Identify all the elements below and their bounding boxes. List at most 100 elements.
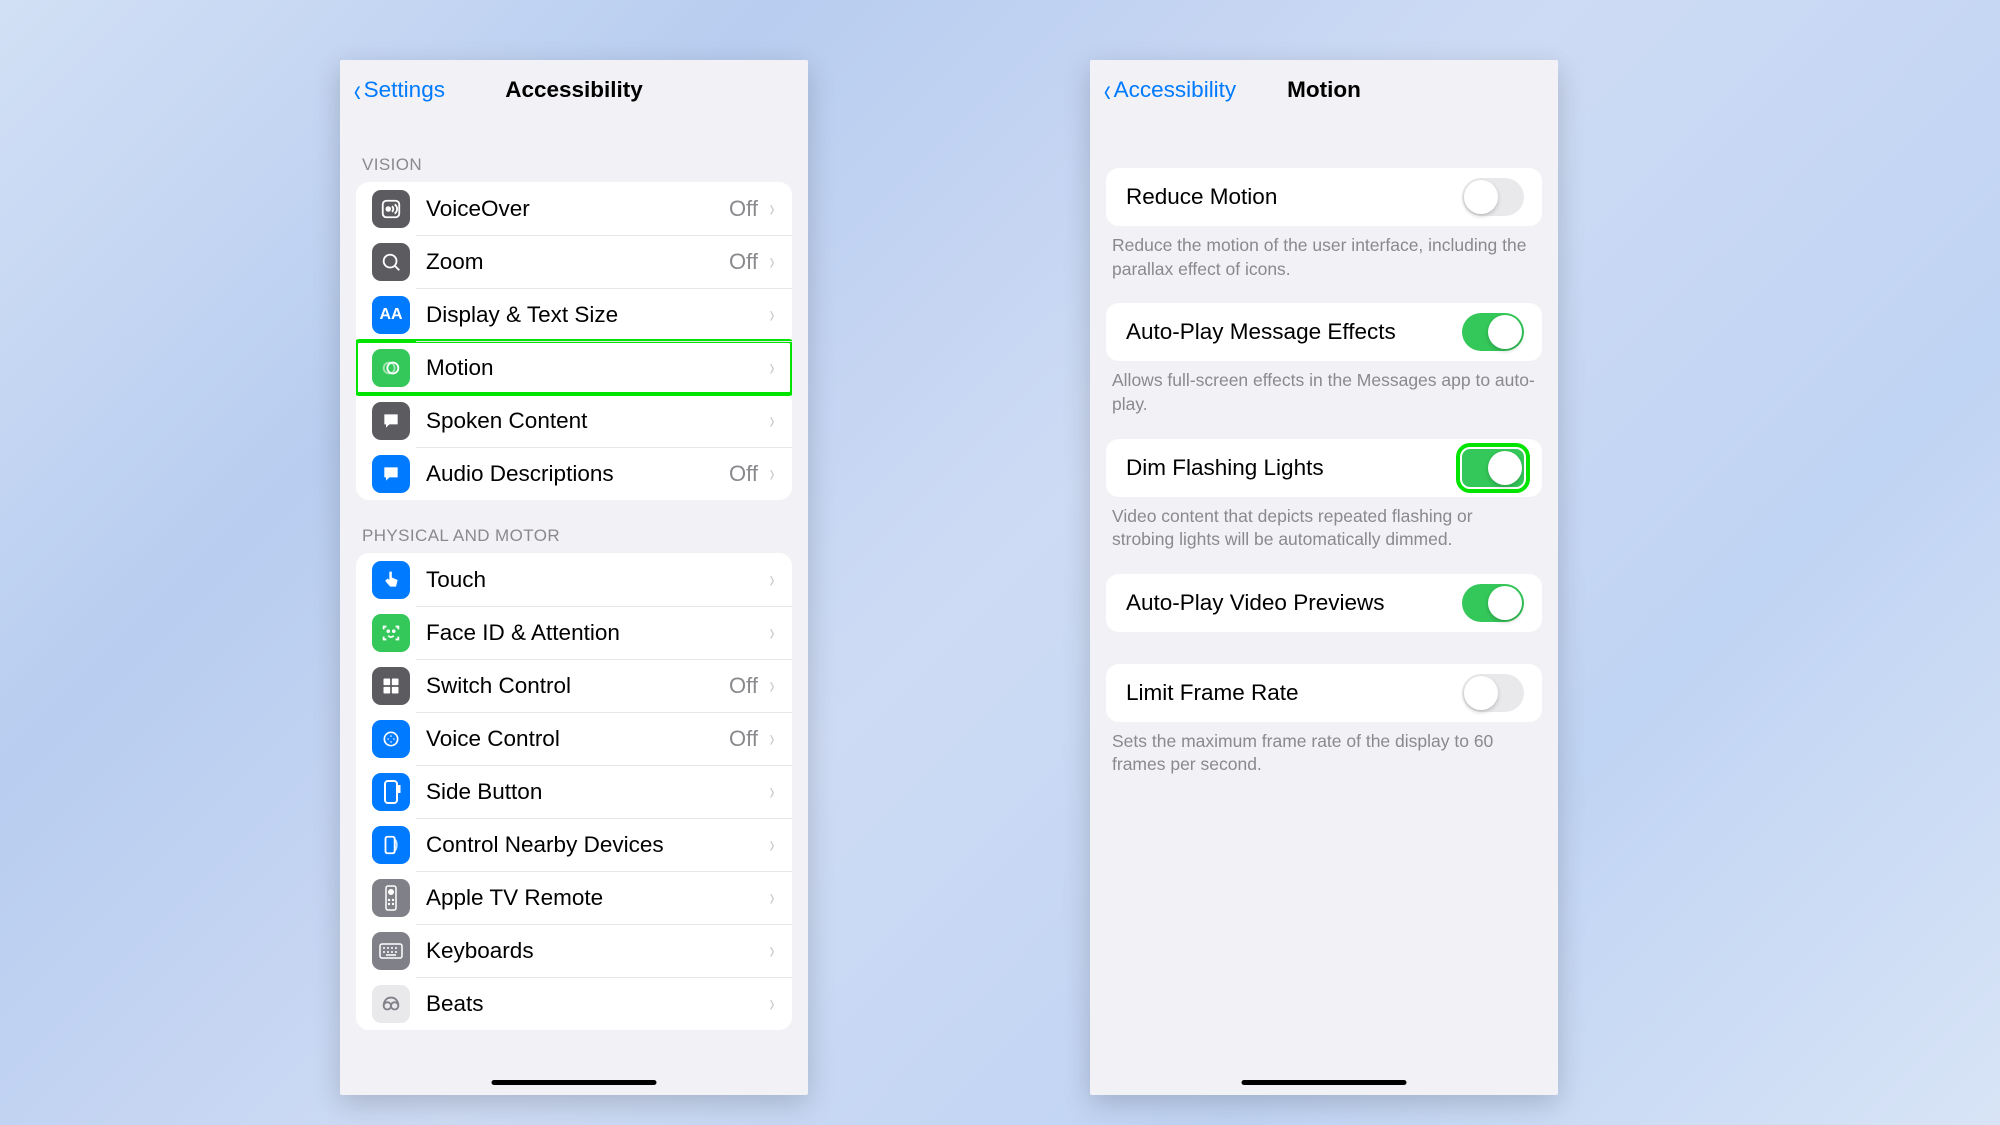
group-reduce-motion: Reduce Motion <box>1106 168 1542 226</box>
row-label: VoiceOver <box>426 196 729 222</box>
row-voice-control[interactable]: Voice Control Off › <box>356 712 792 765</box>
row-limit-frame: Limit Frame Rate <box>1106 664 1542 722</box>
row-label: Dim Flashing Lights <box>1126 455 1462 481</box>
row-label: Zoom <box>426 249 729 275</box>
footer-autoplay-msg: Allows full-screen effects in the Messag… <box>1090 365 1558 428</box>
chevron-right-icon: › <box>770 409 775 433</box>
keyboards-icon <box>372 932 410 970</box>
row-label: Spoken Content <box>426 408 768 434</box>
chevron-right-icon: › <box>770 568 775 592</box>
apple-tv-remote-icon <box>372 879 410 917</box>
side-button-icon <box>372 773 410 811</box>
phone-motion: ‹ Accessibility Motion Reduce Motion Red… <box>1090 60 1558 1095</box>
row-keyboards[interactable]: Keyboards › <box>356 924 792 977</box>
page-title: Motion <box>1287 77 1361 103</box>
row-display-text-size[interactable]: AA Display & Text Size › <box>356 288 792 341</box>
footer-reduce-motion: Reduce the motion of the user interface,… <box>1090 230 1558 293</box>
home-indicator[interactable] <box>1242 1080 1407 1085</box>
row-label: Auto-Play Message Effects <box>1126 319 1462 345</box>
footer-limit-frame: Sets the maximum frame rate of the displ… <box>1090 726 1558 789</box>
toggle-limit-frame[interactable] <box>1462 674 1524 712</box>
page-title: Accessibility <box>505 77 643 103</box>
back-button[interactable]: ‹ Accessibility <box>1102 74 1236 106</box>
audio-descriptions-icon <box>372 455 410 493</box>
row-label: Audio Descriptions <box>426 461 729 487</box>
row-motion[interactable]: Motion › <box>356 341 792 394</box>
row-label: Auto-Play Video Previews <box>1126 590 1462 616</box>
footer-dim-flashing: Video content that depicts repeated flas… <box>1090 501 1558 564</box>
chevron-right-icon: › <box>770 886 775 910</box>
row-value: Off <box>729 249 758 275</box>
row-zoom[interactable]: Zoom Off › <box>356 235 792 288</box>
chevron-right-icon: › <box>770 621 775 645</box>
row-switch-control[interactable]: Switch Control Off › <box>356 659 792 712</box>
back-button[interactable]: ‹ Settings <box>352 74 445 106</box>
faceid-icon <box>372 614 410 652</box>
group-physical: Touch › Face ID & Attention › Switch Con… <box>356 553 792 1030</box>
toggle-autoplay-vid[interactable] <box>1462 584 1524 622</box>
row-label: Keyboards <box>426 938 768 964</box>
chevron-right-icon: › <box>770 197 775 221</box>
row-label: Reduce Motion <box>1126 184 1462 210</box>
row-autoplay-vid: Auto-Play Video Previews <box>1106 574 1542 632</box>
display-text-icon: AA <box>372 296 410 334</box>
row-dim-flashing: Dim Flashing Lights <box>1106 439 1542 497</box>
chevron-left-icon: ‹ <box>1104 74 1111 106</box>
row-faceid[interactable]: Face ID & Attention › <box>356 606 792 659</box>
group-limit-frame: Limit Frame Rate <box>1106 664 1542 722</box>
chevron-right-icon: › <box>770 250 775 274</box>
row-audio-descriptions[interactable]: Audio Descriptions Off › <box>356 447 792 500</box>
phone-accessibility: ‹ Settings Accessibility VISION VoiceOve… <box>340 60 808 1095</box>
row-label: Switch Control <box>426 673 729 699</box>
row-value: Off <box>729 461 758 487</box>
row-label: Face ID & Attention <box>426 620 768 646</box>
back-label: Settings <box>364 77 445 103</box>
row-label: Control Nearby Devices <box>426 832 768 858</box>
chevron-left-icon: ‹ <box>354 74 361 106</box>
switch-control-icon <box>372 667 410 705</box>
row-autoplay-msg: Auto-Play Message Effects <box>1106 303 1542 361</box>
beats-icon <box>372 985 410 1023</box>
row-reduce-motion: Reduce Motion <box>1106 168 1542 226</box>
chevron-right-icon: › <box>770 780 775 804</box>
chevron-right-icon: › <box>770 303 775 327</box>
home-indicator[interactable] <box>492 1080 657 1085</box>
row-value: Off <box>729 673 758 699</box>
section-header-vision: VISION <box>340 120 808 182</box>
toggle-reduce-motion[interactable] <box>1462 178 1524 216</box>
group-autoplay-msg: Auto-Play Message Effects <box>1106 303 1542 361</box>
row-label: Display & Text Size <box>426 302 768 328</box>
row-label: Limit Frame Rate <box>1126 680 1462 706</box>
section-header-physical: PHYSICAL AND MOTOR <box>340 514 808 553</box>
row-side-button[interactable]: Side Button › <box>356 765 792 818</box>
row-voiceover[interactable]: VoiceOver Off › <box>356 182 792 235</box>
nearby-devices-icon <box>372 826 410 864</box>
voice-control-icon <box>372 720 410 758</box>
row-value: Off <box>729 196 758 222</box>
row-spoken-content[interactable]: Spoken Content › <box>356 394 792 447</box>
row-apple-tv-remote[interactable]: Apple TV Remote › <box>356 871 792 924</box>
nav-bar: ‹ Accessibility Motion <box>1090 60 1558 120</box>
zoom-icon <box>372 243 410 281</box>
row-beats[interactable]: Beats › <box>356 977 792 1030</box>
group-dim-flashing: Dim Flashing Lights <box>1106 439 1542 497</box>
chevron-right-icon: › <box>770 462 775 486</box>
row-control-nearby[interactable]: Control Nearby Devices › <box>356 818 792 871</box>
back-label: Accessibility <box>1114 77 1237 103</box>
row-label: Apple TV Remote <box>426 885 768 911</box>
motion-icon <box>372 349 410 387</box>
group-autoplay-vid: Auto-Play Video Previews <box>1106 574 1542 632</box>
row-touch[interactable]: Touch › <box>356 553 792 606</box>
row-label: Beats <box>426 991 768 1017</box>
touch-icon <box>372 561 410 599</box>
toggle-autoplay-msg[interactable] <box>1462 313 1524 351</box>
toggle-dim-flashing[interactable] <box>1462 449 1524 487</box>
chevron-right-icon: › <box>770 727 775 751</box>
chevron-right-icon: › <box>770 833 775 857</box>
spoken-content-icon <box>372 402 410 440</box>
chevron-right-icon: › <box>770 356 775 380</box>
row-value: Off <box>729 726 758 752</box>
nav-bar: ‹ Settings Accessibility <box>340 60 808 120</box>
row-label: Motion <box>426 355 768 381</box>
row-label: Side Button <box>426 779 768 805</box>
